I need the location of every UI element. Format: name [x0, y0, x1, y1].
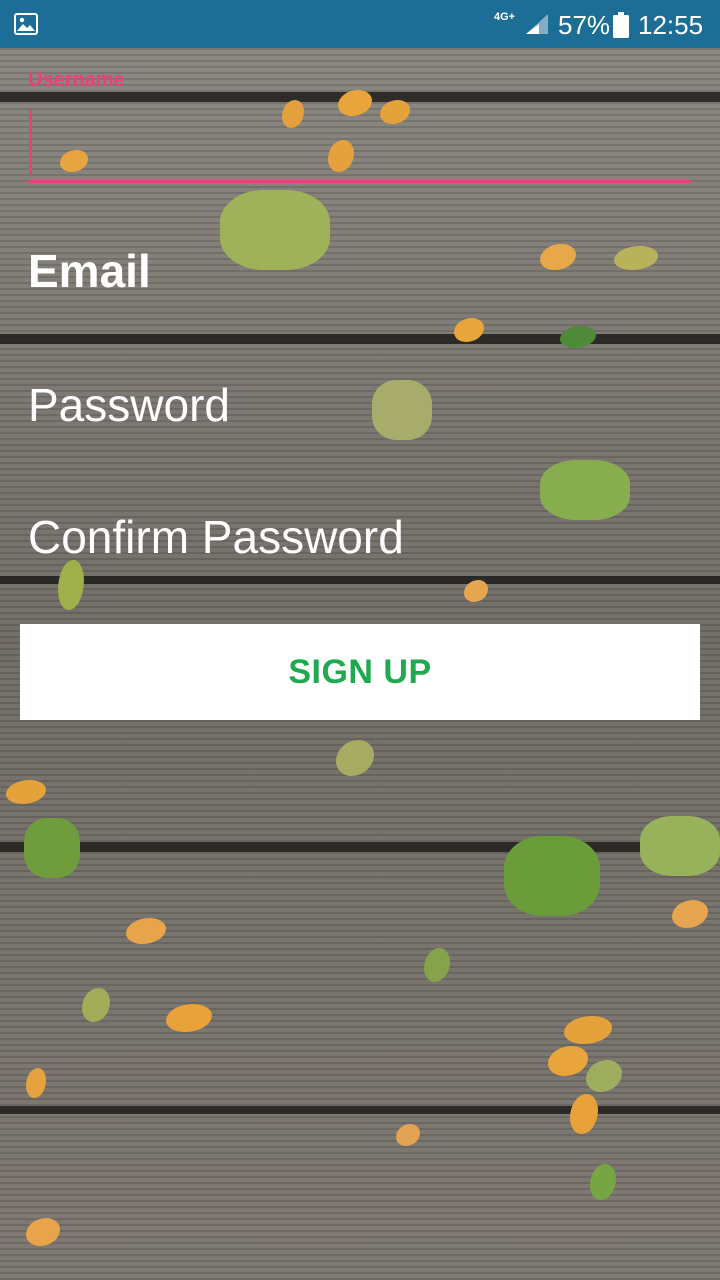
leaf — [424, 948, 450, 982]
leaf — [586, 1060, 622, 1092]
image-icon — [14, 13, 38, 35]
confirm-password-field[interactable]: Confirm Password — [28, 510, 404, 564]
leaf — [336, 740, 374, 776]
plank-gap — [0, 576, 720, 584]
plank-gap — [0, 334, 720, 344]
leaf — [560, 326, 596, 348]
leaf — [126, 918, 166, 944]
leaf-cluster — [640, 816, 720, 876]
leaf — [26, 1218, 60, 1246]
battery-icon — [613, 12, 629, 38]
leaf — [464, 580, 488, 602]
leaf-cluster — [24, 818, 80, 878]
sign-up-button[interactable]: SIGN UP — [20, 624, 700, 720]
username-label: Username — [28, 69, 125, 91]
leaf — [672, 900, 708, 928]
username-input[interactable] — [28, 100, 692, 182]
leaf-cluster — [372, 380, 432, 440]
leaf — [614, 246, 658, 270]
leaf — [570, 1094, 598, 1134]
plank-gap — [0, 842, 720, 852]
signal-icon — [526, 14, 548, 34]
password-field[interactable]: Password — [28, 378, 230, 432]
clock: 12:55 — [638, 10, 704, 40]
leaf — [548, 1046, 588, 1076]
status-bar: 4G+ 57% 12:55 — [0, 0, 720, 48]
leaf — [58, 560, 84, 610]
leaf-cluster — [220, 190, 330, 270]
username-underline — [28, 180, 692, 183]
leaf — [166, 1004, 212, 1032]
leaf-cluster — [540, 460, 630, 520]
email-field[interactable]: Email — [28, 244, 151, 298]
network-indicator: 4G+ — [494, 11, 516, 23]
leaf-cluster — [504, 836, 600, 916]
leaf — [6, 780, 46, 804]
leaf — [396, 1124, 420, 1146]
plank-gap — [0, 1106, 720, 1114]
leaf — [540, 244, 576, 270]
leaf — [26, 1068, 46, 1098]
leaf — [590, 1164, 616, 1200]
battery-percent: 57% — [558, 10, 611, 40]
leaf — [564, 1016, 612, 1044]
leaf — [82, 988, 110, 1022]
